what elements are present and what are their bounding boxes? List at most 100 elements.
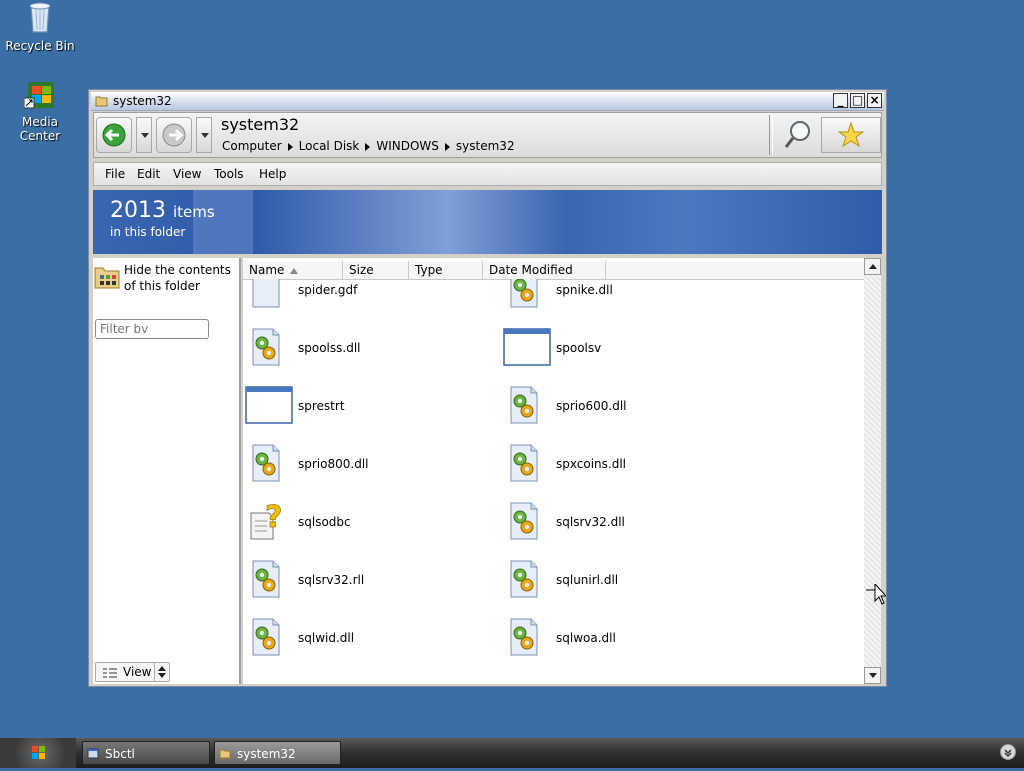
file-name: spider.gdf	[298, 283, 358, 297]
menu-bar: File Edit View Tools Help	[93, 162, 882, 186]
file-list-pane: Name Size Type Date Modified spider.gdf s…	[243, 258, 881, 684]
dll-gear-icon	[503, 385, 543, 428]
back-button[interactable]	[96, 117, 132, 153]
file-name: sqlsrv32.dll	[556, 515, 625, 529]
application-window-icon	[245, 385, 293, 428]
sort-ascending-icon	[290, 267, 299, 274]
unknown-file-question-icon: ?	[245, 500, 285, 544]
mouse-cursor-icon	[866, 582, 888, 611]
menu-edit[interactable]: Edit	[137, 167, 160, 181]
file-item[interactable]: sprio600.dll	[503, 385, 743, 431]
window-title: system32	[113, 94, 172, 108]
menu-view[interactable]: View	[173, 167, 201, 181]
file-name: sqlwid.dll	[298, 631, 355, 645]
star-icon	[837, 121, 865, 148]
search-button[interactable]	[778, 117, 818, 153]
breadcrumb-computer[interactable]: Computer	[222, 139, 282, 153]
maximize-button[interactable]: □	[850, 93, 865, 108]
view-spinner-icon[interactable]	[154, 663, 169, 681]
file-item[interactable]: sqlwid.dll	[245, 617, 485, 663]
application-window-icon	[503, 327, 551, 370]
breadcrumb-local-disk[interactable]: Local Disk	[299, 139, 360, 153]
breadcrumb-separator-icon[interactable]	[365, 142, 371, 151]
folder-info-banner: 2013 items in this folder	[93, 190, 882, 254]
dll-gear-icon	[245, 443, 285, 486]
breadcrumb-windows[interactable]: WINDOWS	[376, 139, 439, 153]
back-arrow-icon	[102, 123, 126, 147]
breadcrumb: Computer Local Disk WINDOWS system32	[222, 139, 521, 153]
file-name: sqlsodbc	[298, 515, 351, 529]
title-bar[interactable]: system32 _ □ ×	[91, 92, 884, 111]
file-item[interactable]: sqlunirl.dll	[503, 559, 743, 605]
dll-gear-icon	[503, 279, 543, 312]
vertical-scrollbar[interactable]	[864, 258, 881, 684]
menu-tools[interactable]: Tools	[214, 167, 244, 181]
column-header-date-modified[interactable]: Date Modified	[483, 261, 606, 279]
minimize-button[interactable]: _	[833, 93, 848, 108]
svg-text:?: ?	[265, 501, 282, 535]
forward-history-dropdown[interactable]	[196, 117, 212, 153]
menu-help[interactable]: Help	[259, 167, 286, 181]
file-name: sqlsrv32.rll	[298, 573, 365, 587]
scroll-up-button[interactable]	[864, 258, 881, 275]
favorites-button[interactable]	[821, 117, 881, 153]
navigation-bar: system32 Computer Local Disk WINDOWS system…	[93, 112, 882, 158]
show-hidden-icons-button[interactable]	[1000, 744, 1016, 760]
file-item[interactable]: spoolss.dll	[245, 327, 485, 373]
dll-gear-icon	[245, 617, 285, 660]
file-item[interactable]: sprestrt	[245, 385, 485, 431]
file-item[interactable]: sqlwoa.dll	[503, 617, 743, 663]
column-header-name[interactable]: Name	[243, 261, 343, 279]
file-item[interactable]: sqlsrv32.dll	[503, 501, 743, 547]
start-button[interactable]	[0, 738, 76, 768]
file-item[interactable]: sprio800.dll	[245, 443, 485, 489]
current-location: system32	[221, 115, 300, 134]
file-item[interactable]: sqlsrv32.rll	[245, 559, 485, 605]
column-header-size[interactable]: Size	[343, 261, 409, 279]
desktop-icon-media-center[interactable]: Media Center	[0, 80, 80, 143]
file-name: sprio800.dll	[298, 457, 369, 471]
taskbar-button-sbctl[interactable]: Sbctl	[82, 741, 210, 765]
address-bar[interactable]: system32 Computer Local Disk WINDOWS system…	[218, 113, 768, 157]
toolbar-divider	[769, 115, 773, 155]
window-icon	[87, 747, 99, 759]
taskbar-button-system32[interactable]: system32	[214, 741, 341, 765]
menu-file[interactable]: File	[105, 167, 125, 181]
scroll-down-button[interactable]	[864, 667, 881, 684]
explorer-window: system32 _ □ × system32 Computer Local Di…	[88, 89, 887, 687]
file-item[interactable]: ? sqlsodbc	[245, 500, 485, 547]
dll-gear-icon	[245, 327, 285, 370]
item-count-subtitle: in this folder	[110, 225, 186, 239]
desktop-icon-recycle-bin[interactable]: Recycle Bin	[0, 0, 80, 53]
file-name: spoolsv	[556, 341, 602, 355]
filter-input[interactable]	[95, 319, 209, 339]
dll-gear-icon	[245, 559, 285, 602]
file-item[interactable]: spider.gdf	[245, 279, 485, 315]
chevron-down-icon	[869, 673, 877, 678]
breadcrumb-separator-icon[interactable]	[287, 142, 293, 151]
file-item[interactable]: spxcoins.dll	[503, 443, 743, 489]
dll-gear-icon	[503, 501, 543, 544]
back-history-dropdown[interactable]	[136, 117, 152, 153]
file-name: spnike.dll	[556, 283, 613, 297]
view-button[interactable]: View	[95, 662, 170, 682]
file-name: sprestrt	[298, 399, 345, 413]
desktop-icon-label: Media Center	[19, 115, 61, 143]
file-name: spoolss.dll	[298, 341, 361, 355]
forward-button[interactable]	[156, 117, 192, 153]
column-header-type[interactable]: Type	[409, 261, 483, 279]
breadcrumb-separator-icon[interactable]	[444, 142, 450, 151]
breadcrumb-system32[interactable]: system32	[456, 139, 515, 153]
file-item[interactable]: spoolsv	[503, 327, 743, 373]
folder-icon	[219, 747, 231, 759]
file-item[interactable]: spnike.dll	[503, 279, 743, 315]
folder-icon	[95, 94, 108, 107]
folder-view-icon	[94, 267, 120, 289]
dll-gear-icon	[503, 617, 543, 660]
item-count: 2013	[110, 198, 166, 223]
column-header-row: Name Size Type Date Modified	[243, 261, 865, 280]
close-button[interactable]: ×	[867, 93, 882, 108]
blank-file-icon	[245, 279, 285, 312]
chevron-down-icon	[141, 133, 149, 138]
dll-gear-icon	[503, 559, 543, 602]
